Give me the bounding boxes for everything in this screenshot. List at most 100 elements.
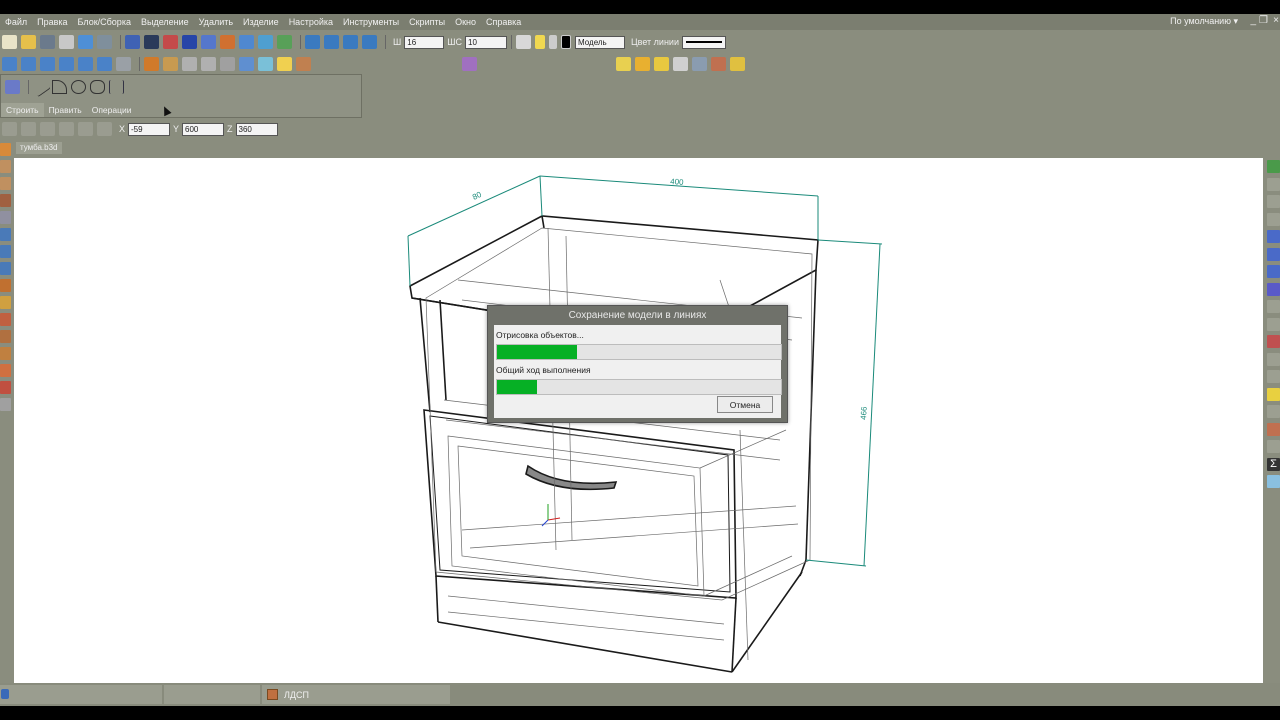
circle-icon[interactable] [71,80,86,94]
tree-icon[interactable] [1267,160,1280,173]
snap-grid-icon[interactable] [125,35,140,49]
profile-icon[interactable] [0,211,11,224]
line-icon[interactable] [30,76,51,98]
dimension-h-icon[interactable] [1267,230,1280,243]
measure-icon[interactable] [220,35,235,49]
side-panel-icon[interactable] [0,160,11,173]
move-icon[interactable] [481,57,496,71]
sum-icon[interactable]: Σ [1267,457,1280,471]
view-3d-icon[interactable] [1267,300,1280,313]
restore-icon[interactable]: ❐ [1259,15,1268,26]
section-icon[interactable] [1267,282,1280,296]
align-icon[interactable] [500,57,515,71]
hidden-lines-icon[interactable] [201,57,216,71]
tab-operations[interactable]: Операции [87,103,137,117]
menu-item-1[interactable]: Правка [32,17,72,27]
package-icon[interactable] [711,57,726,71]
delete-icon[interactable] [1267,335,1280,348]
render-icon[interactable] [258,57,273,71]
horizontal-divider-icon[interactable] [0,262,11,275]
minimize-icon[interactable]: _ [1250,15,1256,26]
snap-perp-icon[interactable] [59,122,74,136]
dimension-a-icon[interactable] [1267,265,1280,278]
zoom-extents-icon[interactable] [305,35,320,49]
arc-icon[interactable] [52,80,67,94]
view-back-icon[interactable] [21,57,36,71]
model-select[interactable]: Модель [575,35,625,49]
z-coordinate-field[interactable]: 360 [235,122,278,136]
menu-item-8[interactable]: Скрипты [404,17,450,27]
axis-icon[interactable] [462,57,477,71]
redo-icon[interactable] [97,35,112,49]
snap-grid-point-icon[interactable] [78,122,93,136]
document-tab[interactable]: тумба.b3d [16,142,62,154]
panels-icon[interactable] [239,57,254,71]
box-mode-icon[interactable] [163,57,178,71]
layers-icon[interactable] [239,35,254,49]
hide-icon[interactable] [1267,352,1280,366]
view-iso-icon[interactable] [97,57,112,71]
color-swatch-icon[interactable] [561,35,571,49]
lighting-icon[interactable] [277,57,292,71]
back-panel-icon[interactable] [0,194,11,207]
hardware-icon[interactable] [635,57,650,71]
view-right-icon[interactable] [59,57,74,71]
x-coordinate-field[interactable]: -59 [128,122,171,136]
sparkle-icon[interactable] [1267,475,1280,488]
info-icon[interactable] [673,57,688,71]
tab-edit[interactable]: Править [44,103,87,117]
menu-item-5[interactable]: Изделие [238,17,284,27]
tab-build[interactable]: Строить [1,103,44,117]
facade-icon[interactable] [0,296,11,309]
snap-tangent-icon[interactable] [97,122,112,136]
close-icon[interactable]: × [1273,15,1279,26]
shaded-mode-icon[interactable] [144,57,159,71]
zoom-window-icon[interactable] [324,35,339,49]
cabinet-icon[interactable] [0,143,11,156]
grid-icon[interactable] [144,35,159,49]
menu-item-0[interactable]: Файл [0,17,32,27]
zoom-icon[interactable] [343,35,358,49]
cut-icon[interactable] [0,364,11,377]
line-style-select[interactable] [681,35,726,49]
edge-band-icon[interactable] [0,381,11,394]
snap-end-icon[interactable] [2,122,17,136]
layer-stack-icon[interactable] [516,35,531,49]
snap-center-icon[interactable] [40,122,55,136]
magnet-icon[interactable] [182,35,197,49]
anchor-icon[interactable] [1267,405,1280,418]
view-2d-icon[interactable] [1267,317,1280,331]
highlight-icon[interactable] [1267,387,1280,401]
menu-item-2[interactable]: Блок/Сборка [73,17,136,27]
dimension-v-icon[interactable] [1267,247,1280,261]
level-icon[interactable] [1267,440,1280,453]
open-folder-icon[interactable] [21,35,36,49]
menu-item-10[interactable]: Справка [481,17,526,27]
snap-mid-icon[interactable] [21,122,36,136]
width-field[interactable]: 16 [404,35,445,49]
panel-draw-icon[interactable] [5,80,20,94]
grid-layout-icon[interactable] [654,57,669,71]
save-icon[interactable] [40,35,55,49]
show-icon[interactable] [1267,370,1280,383]
edges-mode-icon[interactable] [220,57,235,71]
shelf-icon[interactable] [0,177,11,190]
hinge-icon[interactable] [0,313,11,326]
pan-icon[interactable] [362,35,377,49]
new-file-icon[interactable] [2,35,17,49]
step-field[interactable]: 10 [465,35,507,49]
undo-icon[interactable] [78,35,93,49]
menu-item-9[interactable]: Окно [450,17,481,27]
wire-mode-icon[interactable] [182,57,197,71]
view-left-icon[interactable] [40,57,55,71]
report-icon[interactable] [1267,212,1280,226]
angle-snap-icon[interactable] [163,35,178,49]
lock-icon[interactable] [549,35,557,49]
view-front-icon[interactable] [2,57,17,71]
materials-icon[interactable] [277,35,292,49]
menu-item-6[interactable]: Настройка [284,17,338,27]
ortho-icon[interactable] [201,35,216,49]
export-icon[interactable] [730,57,745,71]
vertical-divider-icon[interactable] [0,245,11,258]
rotate-view-icon[interactable] [116,57,131,71]
